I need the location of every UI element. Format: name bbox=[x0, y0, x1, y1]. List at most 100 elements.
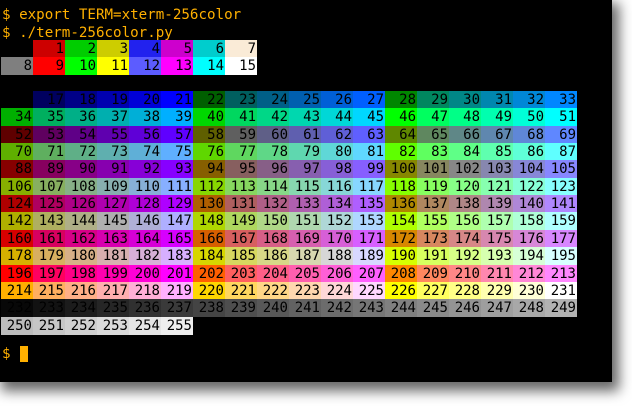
color-cell: 132 bbox=[257, 195, 289, 214]
color-cube-row: 88 89 90 91 92 93 94 95 96 97 98 99 100 101 102 103 104 1… bbox=[1, 160, 577, 179]
color-cell: 140 bbox=[513, 195, 545, 214]
color-cell: 250 bbox=[1, 316, 33, 335]
color-cell: 112 bbox=[193, 177, 225, 196]
color-cell: 181 bbox=[97, 247, 129, 266]
color-cell: 127 bbox=[97, 195, 129, 214]
color-cell: 95 bbox=[225, 160, 257, 179]
color-cell: 249 bbox=[545, 299, 577, 318]
color-cell: 255 bbox=[161, 316, 193, 335]
color-cell: 79 bbox=[289, 143, 321, 162]
color-cell: 237 bbox=[161, 299, 193, 318]
color-cell: 219 bbox=[161, 281, 193, 300]
color-cell: 225 bbox=[353, 281, 385, 300]
color-cell: 113 bbox=[225, 177, 257, 196]
color-cell: 76 bbox=[193, 143, 225, 162]
color-cell: 254 bbox=[129, 316, 161, 335]
color-cell: 51 bbox=[545, 108, 577, 127]
color-cell: 198 bbox=[65, 264, 97, 283]
color-cell: 18 bbox=[65, 91, 97, 109]
color-cell: 212 bbox=[513, 264, 545, 283]
color-cell: 55 bbox=[97, 125, 129, 144]
color-cell: 227 bbox=[417, 281, 449, 300]
color-cell: 126 bbox=[65, 195, 97, 214]
color-cell: 246 bbox=[449, 299, 481, 318]
color-cell: 206 bbox=[321, 264, 353, 283]
color-cell: 8 bbox=[1, 57, 33, 75]
color-cell: 30 bbox=[449, 91, 481, 109]
color-cell: 103 bbox=[481, 160, 513, 179]
color-cell: 141 bbox=[545, 195, 577, 214]
color-cell: 235 bbox=[97, 299, 129, 318]
color-cell: 244 bbox=[385, 299, 417, 318]
color-cell: 41 bbox=[225, 108, 257, 127]
color-cell: 229 bbox=[481, 281, 513, 300]
color-cell: 251 bbox=[33, 316, 65, 335]
color-cell: 147 bbox=[161, 212, 193, 231]
color-cell: 241 bbox=[289, 299, 321, 318]
color-cell: 93 bbox=[161, 160, 193, 179]
color-cell: 104 bbox=[513, 160, 545, 179]
system-colors-row: 1234567 bbox=[1, 40, 257, 58]
color-cell: 124 bbox=[1, 195, 33, 214]
color-cell: 118 bbox=[385, 177, 417, 196]
color-cell: 89 bbox=[33, 160, 65, 179]
color-cube-row: 214 215 216 217 218 219 220 221 222 223 224 225 226 2… bbox=[1, 281, 577, 300]
color-cell: 24 bbox=[257, 91, 289, 109]
color-cell: 172 bbox=[385, 229, 417, 248]
color-cell: 105 bbox=[545, 160, 577, 179]
color-cell: 209 bbox=[417, 264, 449, 283]
color-cell: 21 bbox=[161, 91, 193, 109]
color-cell: 182 bbox=[129, 247, 161, 266]
color-cell: 32 bbox=[513, 91, 545, 109]
color-cell: 62 bbox=[321, 125, 353, 144]
color-cube-row: 142 143 144 145 146 147 148 149 150 151 152 153 154 1… bbox=[1, 212, 577, 231]
text-cursor bbox=[19, 346, 28, 362]
color-cell: 144 bbox=[65, 212, 97, 231]
color-cell: 38 bbox=[129, 108, 161, 127]
color-cell: 213 bbox=[545, 264, 577, 283]
color-cell: 123 bbox=[545, 177, 577, 196]
color-cell: 111 bbox=[161, 177, 193, 196]
color-cell: 109 bbox=[97, 177, 129, 196]
color-cell: 130 bbox=[193, 195, 225, 214]
shell-prompt[interactable]: $ bbox=[2, 345, 28, 363]
color-cell: 78 bbox=[257, 143, 289, 162]
color-cell: 191 bbox=[417, 247, 449, 266]
color-cell: 84 bbox=[449, 143, 481, 162]
color-cell: 196 bbox=[1, 264, 33, 283]
color-cell: 74 bbox=[129, 143, 161, 162]
color-cell: 70 bbox=[1, 143, 33, 162]
color-cell: 252 bbox=[65, 316, 97, 335]
color-cell: 153 bbox=[353, 212, 385, 231]
color-cell: 72 bbox=[65, 143, 97, 162]
color-cell: 159 bbox=[545, 212, 577, 231]
color-cell: 91 bbox=[97, 160, 129, 179]
color-cell: 202 bbox=[193, 264, 225, 283]
color-cell: 86 bbox=[513, 143, 545, 162]
color-cell: 190 bbox=[385, 247, 417, 266]
color-cell: 218 bbox=[129, 281, 161, 300]
color-cell: 221 bbox=[225, 281, 257, 300]
color-cell: 31 bbox=[481, 91, 513, 109]
color-cell: 232 bbox=[1, 299, 33, 318]
color-cell: 193 bbox=[481, 247, 513, 266]
color-cell: 101 bbox=[417, 160, 449, 179]
color-cell: 82 bbox=[385, 143, 417, 162]
color-cell: 223 bbox=[289, 281, 321, 300]
color-cell: 165 bbox=[161, 229, 193, 248]
color-cell: 39 bbox=[161, 108, 193, 127]
color-cell: 195 bbox=[545, 247, 577, 266]
prompt-symbol: $ bbox=[2, 346, 11, 362]
terminal-window[interactable]: $ export TERM=xterm-256color $ ./term-25… bbox=[0, 0, 612, 382]
color-cell: 52 bbox=[1, 125, 33, 144]
color-cell: 175 bbox=[481, 229, 513, 248]
color-cell: 49 bbox=[481, 108, 513, 127]
color-cell: 33 bbox=[545, 91, 577, 109]
color-cell: 217 bbox=[97, 281, 129, 300]
color-cell: 211 bbox=[481, 264, 513, 283]
color-cell: 67 bbox=[481, 125, 513, 144]
color-cell: 138 bbox=[449, 195, 481, 214]
color-cell: 15 bbox=[225, 57, 257, 75]
color-cell: 56 bbox=[129, 125, 161, 144]
color-cell: 115 bbox=[289, 177, 321, 196]
